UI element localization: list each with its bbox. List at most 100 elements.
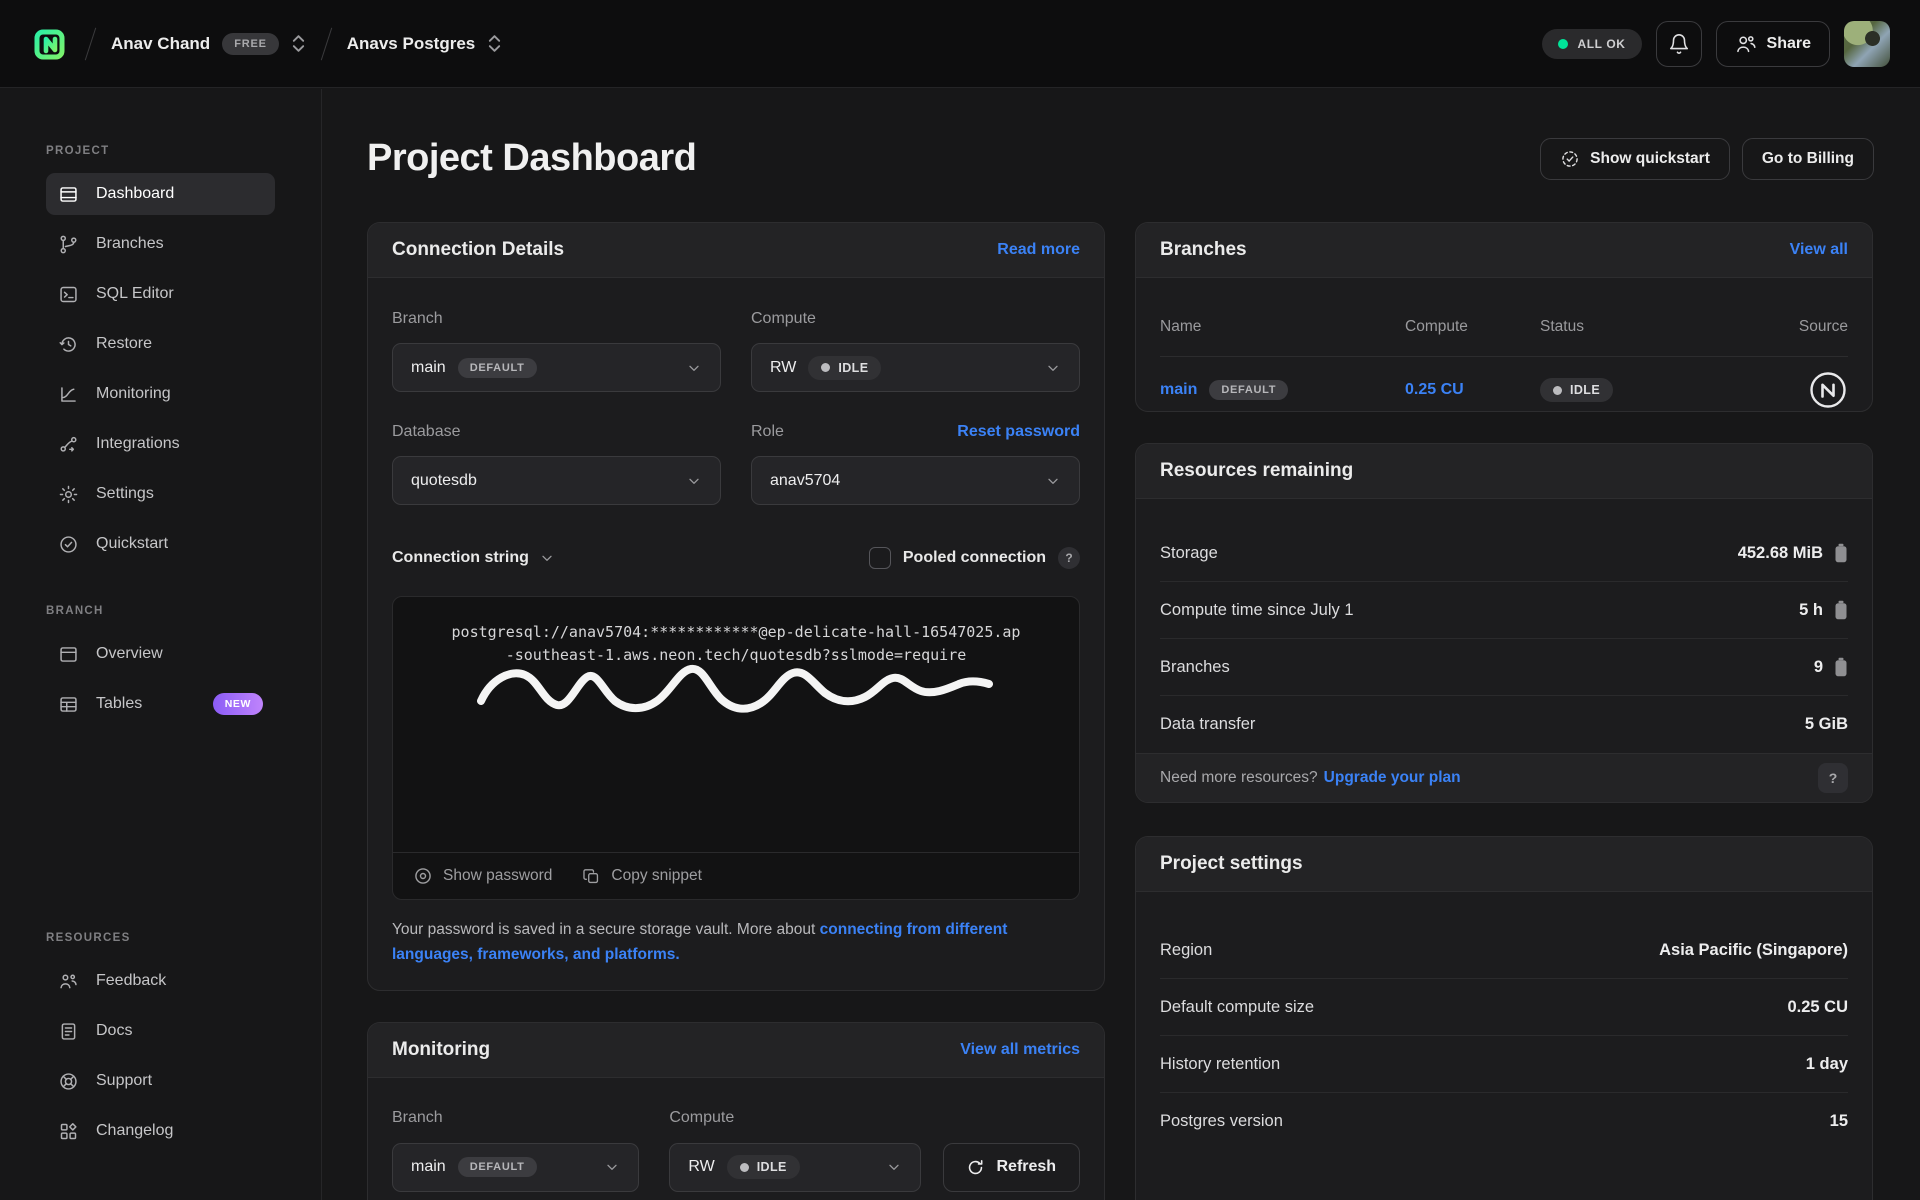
breadcrumb-divider [85, 27, 96, 60]
chevron-down-icon [686, 473, 702, 489]
user-avatar[interactable] [1844, 21, 1890, 67]
sidebar-section-project: PROJECT [46, 145, 275, 157]
database-value: quotesdb [411, 472, 477, 490]
sidebar-item-settings[interactable]: Settings [46, 473, 275, 515]
people-icon [1735, 33, 1757, 55]
refresh-label: Refresh [996, 1158, 1056, 1176]
role-value: anav5704 [770, 472, 840, 490]
branch-compute-value: 0.25 CU [1405, 381, 1540, 399]
document-icon [58, 1021, 79, 1042]
sidebar-item-support[interactable]: Support [46, 1060, 275, 1102]
table-divider [1160, 356, 1848, 357]
pooled-connection-checkbox[interactable] [869, 547, 891, 569]
refresh-button[interactable]: Refresh [943, 1143, 1080, 1192]
battery-icon [1834, 657, 1848, 677]
setting-label: Region [1160, 941, 1212, 960]
idle-status-badge: IDLE [727, 1155, 800, 1179]
chevron-updown-icon[interactable] [487, 34, 502, 53]
database-select[interactable]: quotesdb [392, 456, 721, 505]
branches-table-header: Name Compute Status Source [1160, 318, 1848, 336]
resource-value: 9 [1814, 658, 1823, 677]
connection-string-toggle[interactable]: Connection string [392, 549, 555, 567]
setting-value: 1 day [1806, 1055, 1848, 1074]
sidebar-item-label: Feedback [96, 972, 166, 990]
sidebar-item-integrations[interactable]: Integrations [46, 423, 275, 465]
idle-label: IDLE [838, 361, 868, 375]
show-password-button[interactable]: Show password [413, 866, 552, 886]
branch-name-link[interactable]: main [1160, 381, 1197, 399]
resource-value: 5 GiB [1805, 715, 1848, 734]
monitoring-compute-field: Compute RW IDLE [669, 1109, 920, 1192]
plan-badge: FREE [222, 33, 279, 55]
window-icon [58, 644, 79, 665]
view-all-metrics-link[interactable]: View all metrics [960, 1041, 1080, 1059]
column-compute: Compute [1405, 318, 1540, 336]
idle-dot-icon [1553, 386, 1562, 395]
neon-logo-icon[interactable] [30, 24, 70, 64]
show-quickstart-button[interactable]: Show quickstart [1540, 138, 1730, 180]
sidebar-item-branches[interactable]: Branches [46, 223, 275, 265]
neon-source-icon [1808, 370, 1848, 410]
sidebar-item-docs[interactable]: Docs [46, 1010, 275, 1052]
topbar: Anav Chand FREE Anavs Postgres ALL OK [0, 0, 1920, 88]
sidebar-item-dashboard[interactable]: Dashboard [46, 173, 275, 215]
reset-password-link[interactable]: Reset password [957, 423, 1080, 441]
setting-row-compute-size: Default compute size 0.25 CU [1160, 979, 1848, 1036]
resource-label: Compute time since July 1 [1160, 601, 1354, 620]
status-badge[interactable]: ALL OK [1542, 29, 1641, 59]
share-label: Share [1767, 35, 1811, 53]
changelog-icon [58, 1121, 79, 1142]
sidebar-item-overview[interactable]: Overview [46, 633, 275, 675]
monitoring-title: Monitoring [392, 1039, 490, 1061]
breadcrumb-project[interactable]: Anavs Postgres [347, 34, 503, 54]
sidebar-item-label: Monitoring [96, 385, 171, 403]
sidebar-item-restore[interactable]: Restore [46, 323, 275, 365]
connection-details-title: Connection Details [392, 239, 564, 261]
sidebar-item-tables[interactable]: Tables NEW [46, 683, 275, 725]
sidebar-item-sql-editor[interactable]: SQL Editor [46, 273, 275, 315]
show-quickstart-label: Show quickstart [1590, 150, 1710, 168]
compute-label: Compute [751, 310, 816, 328]
integrations-icon [58, 434, 79, 455]
monitoring-branch-select[interactable]: main DEFAULT [392, 1143, 639, 1192]
resource-label: Storage [1160, 544, 1218, 563]
main-content: Project Dashboard Show quickstart Go to … [323, 89, 1920, 1200]
resources-help-icon[interactable]: ? [1818, 763, 1848, 793]
role-select[interactable]: anav5704 [751, 456, 1080, 505]
read-more-link[interactable]: Read more [997, 241, 1080, 259]
chevron-updown-icon[interactable] [291, 34, 306, 53]
sidebar-item-feedback[interactable]: Feedback [46, 960, 275, 1002]
go-to-billing-button[interactable]: Go to Billing [1742, 138, 1874, 180]
copy-snippet-label: Copy snippet [611, 867, 701, 885]
setting-row-postgres-version: Postgres version 15 [1160, 1093, 1848, 1150]
sidebar-item-quickstart[interactable]: Quickstart [46, 523, 275, 565]
resource-value: 5 h [1799, 601, 1823, 620]
role-label: Role [751, 423, 784, 441]
upgrade-plan-link[interactable]: Upgrade your plan [1324, 769, 1461, 787]
page-title: Project Dashboard [367, 137, 696, 180]
setting-label: History retention [1160, 1055, 1280, 1074]
notifications-button[interactable] [1656, 21, 1702, 67]
copy-icon [582, 867, 601, 886]
branch-select[interactable]: main DEFAULT [392, 343, 721, 392]
resource-row-compute-time: Compute time since July 1 5 h [1160, 582, 1848, 639]
sidebar-item-monitoring[interactable]: Monitoring [46, 373, 275, 415]
branch-field: Branch main DEFAULT [392, 309, 721, 392]
scribble-annotation [471, 653, 999, 723]
resource-value: 452.68 MiB [1738, 544, 1823, 563]
share-button[interactable]: Share [1716, 21, 1830, 67]
connection-string-line1: postgresql://anav5704:************@ep-de… [419, 621, 1053, 644]
monitoring-compute-select[interactable]: RW IDLE [669, 1143, 920, 1192]
sidebar-item-changelog[interactable]: Changelog [46, 1110, 275, 1152]
view-all-branches-link[interactable]: View all [1790, 241, 1848, 259]
pooled-help-icon[interactable]: ? [1058, 547, 1080, 569]
chart-line-icon [58, 384, 79, 405]
compute-select[interactable]: RW IDLE [751, 343, 1080, 392]
battery-icon [1834, 543, 1848, 563]
copy-snippet-button[interactable]: Copy snippet [582, 867, 701, 886]
breadcrumb-org[interactable]: Anav Chand FREE [111, 33, 306, 55]
branches-title: Branches [1160, 239, 1247, 261]
sidebar-item-label: Integrations [96, 435, 180, 453]
sidebar: PROJECT Dashboard Branches SQL Editor Re… [0, 89, 322, 1200]
password-note: Your password is saved in a secure stora… [392, 918, 1052, 968]
